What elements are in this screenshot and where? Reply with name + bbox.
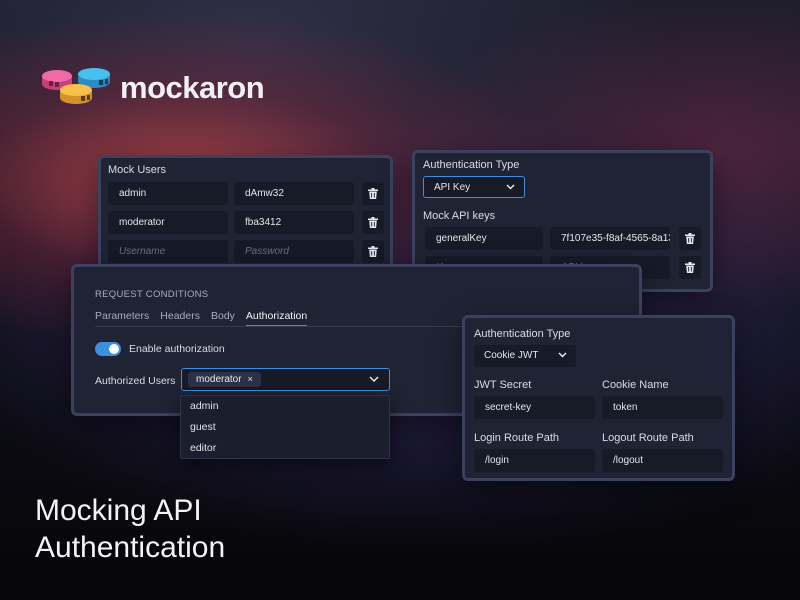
chevron-down-icon bbox=[506, 184, 515, 190]
authorized-users-select[interactable]: moderator × bbox=[181, 368, 390, 391]
cookie-name-field[interactable]: token bbox=[602, 396, 723, 419]
option-editor[interactable]: editor bbox=[181, 438, 389, 459]
password-field[interactable]: fba3412 bbox=[234, 211, 354, 234]
delete-key-button[interactable] bbox=[679, 227, 701, 250]
enable-authorization-toggle[interactable] bbox=[95, 342, 121, 356]
password-field[interactable]: dAmw32 bbox=[234, 182, 354, 205]
jwt-secret-field[interactable]: secret-key bbox=[474, 396, 595, 419]
auth-type-value: API Key bbox=[434, 182, 471, 193]
headline-line-2: Authentication bbox=[35, 531, 226, 564]
delete-user-button[interactable] bbox=[362, 240, 384, 263]
api-key-field[interactable]: 7f107e35-f8af-4565-8a13 bbox=[550, 227, 670, 250]
trash-icon bbox=[685, 233, 695, 244]
login-route-field[interactable]: /login bbox=[474, 449, 595, 472]
cookie-name-label: Cookie Name bbox=[602, 379, 669, 391]
mock-users-panel: Mock Users admin dAmw32 moderator fba341… bbox=[98, 155, 393, 275]
jwt-secret-label: JWT Secret bbox=[474, 379, 532, 391]
request-conditions-heading: REQUEST CONDITIONS bbox=[95, 289, 209, 300]
auth-type-select[interactable]: Cookie JWT bbox=[474, 345, 576, 367]
key-name-field[interactable]: generalKey bbox=[425, 227, 543, 250]
tab-body[interactable]: Body bbox=[211, 310, 235, 327]
auth-type-label: Authentication Type bbox=[474, 328, 571, 340]
auth-type-value: Cookie JWT bbox=[484, 350, 539, 361]
chevron-down-icon bbox=[369, 376, 379, 382]
delete-user-button[interactable] bbox=[362, 211, 384, 234]
jwt-auth-panel: Authentication Type Cookie JWT JWT Secre… bbox=[462, 315, 735, 481]
authorized-users-dropdown: admin guest editor bbox=[180, 395, 390, 459]
mock-users-title: Mock Users bbox=[108, 164, 167, 176]
delete-key-button[interactable] bbox=[679, 256, 701, 279]
headline: Mocking API Authentication bbox=[35, 492, 225, 566]
login-route-label: Login Route Path bbox=[474, 432, 560, 444]
username-input[interactable]: Username bbox=[108, 240, 228, 263]
auth-type-label: Authentication Type bbox=[423, 159, 520, 171]
tab-headers[interactable]: Headers bbox=[160, 310, 200, 327]
trash-icon bbox=[368, 246, 378, 257]
username-field[interactable]: admin bbox=[108, 182, 228, 205]
authorized-users-label: Authorized Users bbox=[95, 375, 176, 387]
username-field[interactable]: moderator bbox=[108, 211, 228, 234]
option-guest[interactable]: guest bbox=[181, 417, 389, 438]
option-admin[interactable]: admin bbox=[181, 396, 389, 417]
headline-line-1: Mocking API bbox=[35, 494, 202, 527]
toggle-knob bbox=[109, 344, 119, 354]
logo-icon bbox=[42, 68, 110, 104]
trash-icon bbox=[685, 262, 695, 273]
selected-user-chip: moderator × bbox=[188, 372, 261, 387]
api-keys-label: Mock API keys bbox=[423, 210, 496, 222]
tab-authorization[interactable]: Authorization bbox=[245, 310, 308, 327]
logout-route-field[interactable]: /logout bbox=[602, 449, 723, 472]
auth-type-select[interactable]: API Key bbox=[423, 176, 525, 198]
password-input[interactable]: Password bbox=[234, 240, 354, 263]
selected-user-label: moderator bbox=[196, 374, 242, 385]
close-icon[interactable]: × bbox=[248, 374, 253, 384]
trash-icon bbox=[368, 217, 378, 228]
logout-route-label: Logout Route Path bbox=[602, 432, 694, 444]
enable-authorization-label: Enable authorization bbox=[129, 343, 225, 355]
delete-user-button[interactable] bbox=[362, 182, 384, 205]
trash-icon bbox=[368, 188, 378, 199]
chevron-down-icon bbox=[558, 352, 567, 358]
condition-tabs: Parameters Headers Body Authorization bbox=[95, 310, 318, 327]
brand-name: mockaron bbox=[120, 70, 265, 105]
tab-parameters[interactable]: Parameters bbox=[95, 310, 149, 327]
